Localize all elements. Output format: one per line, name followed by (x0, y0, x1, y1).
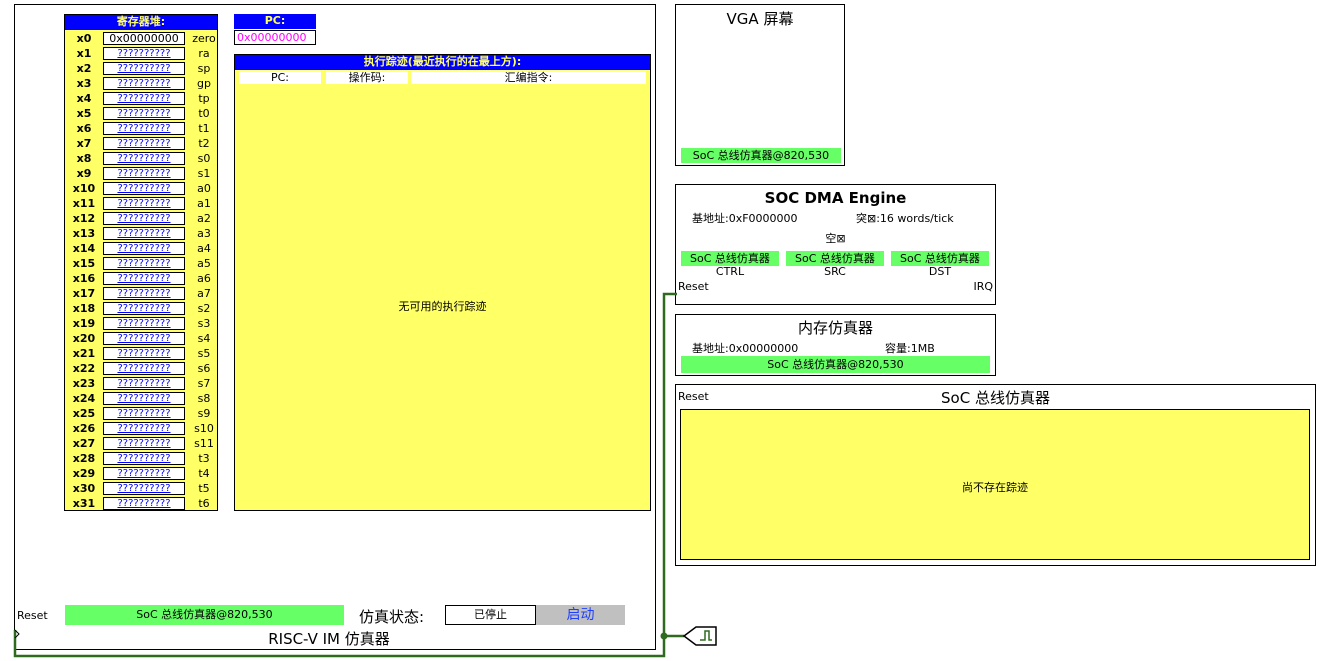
wire-junction (660, 632, 668, 640)
clock-source-icon (682, 626, 717, 646)
wire-layer (13, 292, 717, 658)
clock-wire (13, 630, 684, 658)
dma-reset-wire (662, 292, 677, 636)
